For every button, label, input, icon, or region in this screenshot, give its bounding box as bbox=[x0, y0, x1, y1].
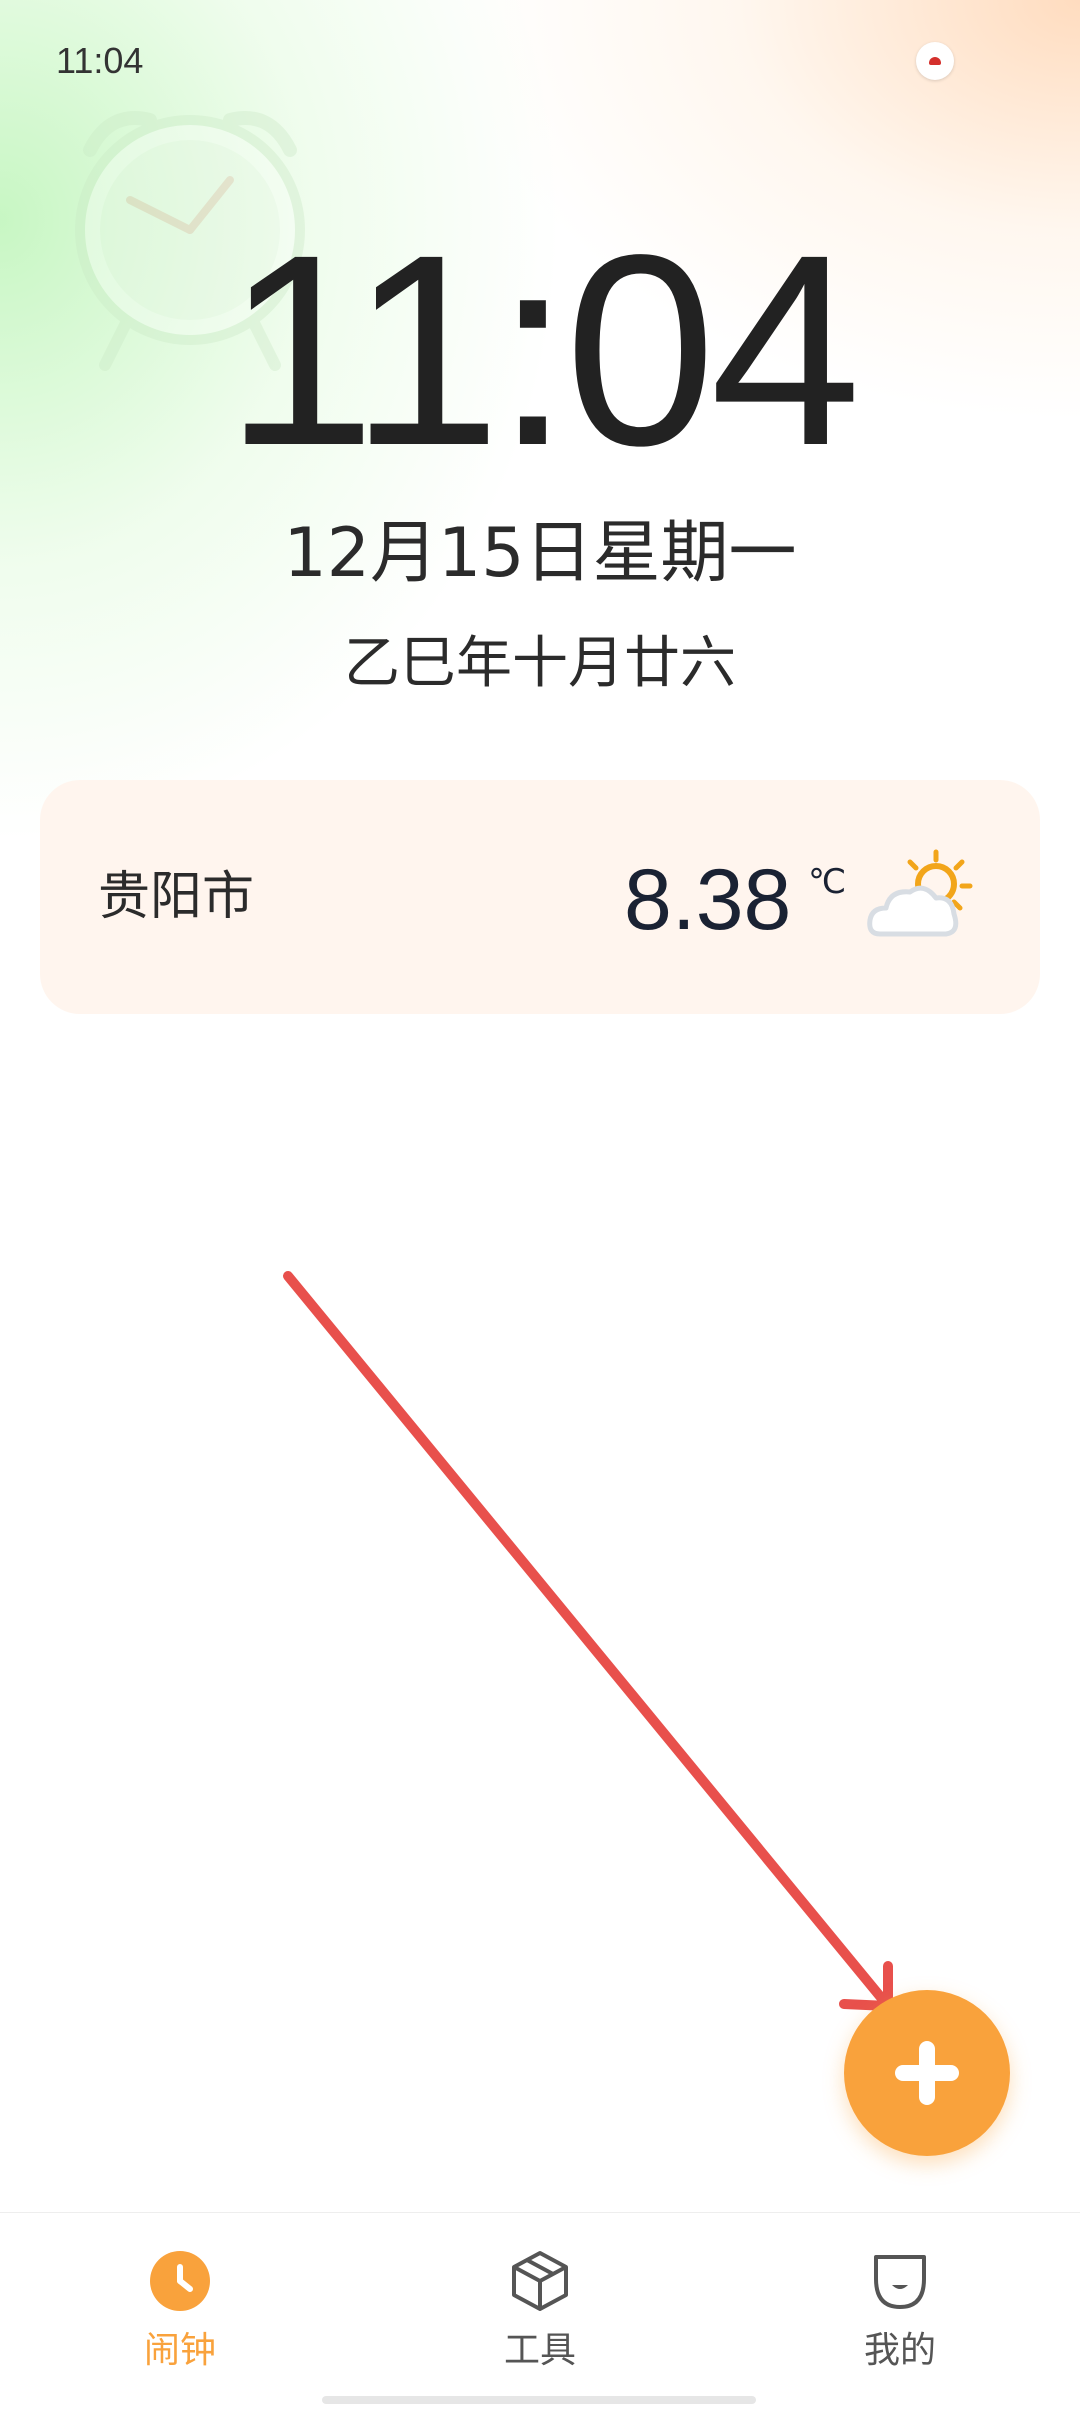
profile-face-icon bbox=[874, 2255, 926, 2309]
add-alarm-button[interactable] bbox=[844, 1990, 1010, 2156]
toolbox-cube-icon bbox=[512, 2251, 568, 2311]
nav-item-alarm[interactable]: 闹钟 bbox=[80, 2249, 280, 2389]
bottom-navigation: 闹钟 工具 我的 bbox=[0, 2212, 1080, 2409]
date-text: 12月15日星期一 bbox=[283, 514, 797, 593]
weather-city: 贵阳市 bbox=[98, 867, 255, 927]
nav-label-alarm: 闹钟 bbox=[143, 2330, 216, 2371]
weather-temperature: 8.38 bbox=[624, 852, 792, 948]
home-indicator[interactable] bbox=[322, 2396, 756, 2404]
status-bar-time: 11:04 bbox=[56, 40, 144, 81]
notification-app-icon bbox=[916, 42, 954, 80]
weather-card[interactable]: 贵阳市 8.38 ℃ bbox=[40, 780, 1040, 1014]
nav-item-profile[interactable]: 我的 bbox=[800, 2249, 1000, 2389]
nav-label-tools: 工具 bbox=[503, 2330, 576, 2371]
alarm-clock-icon bbox=[150, 2251, 210, 2311]
nav-item-tools[interactable]: 工具 bbox=[440, 2249, 640, 2389]
lunar-date-text: 乙巳年十月廿六 bbox=[344, 631, 736, 696]
weather-temperature-unit: ℃ bbox=[808, 862, 847, 902]
main-clock-time: 11:04 bbox=[224, 198, 861, 502]
plus-icon bbox=[895, 2041, 959, 2105]
partly-cloudy-icon bbox=[867, 849, 973, 937]
nav-label-profile: 我的 bbox=[863, 2330, 936, 2371]
